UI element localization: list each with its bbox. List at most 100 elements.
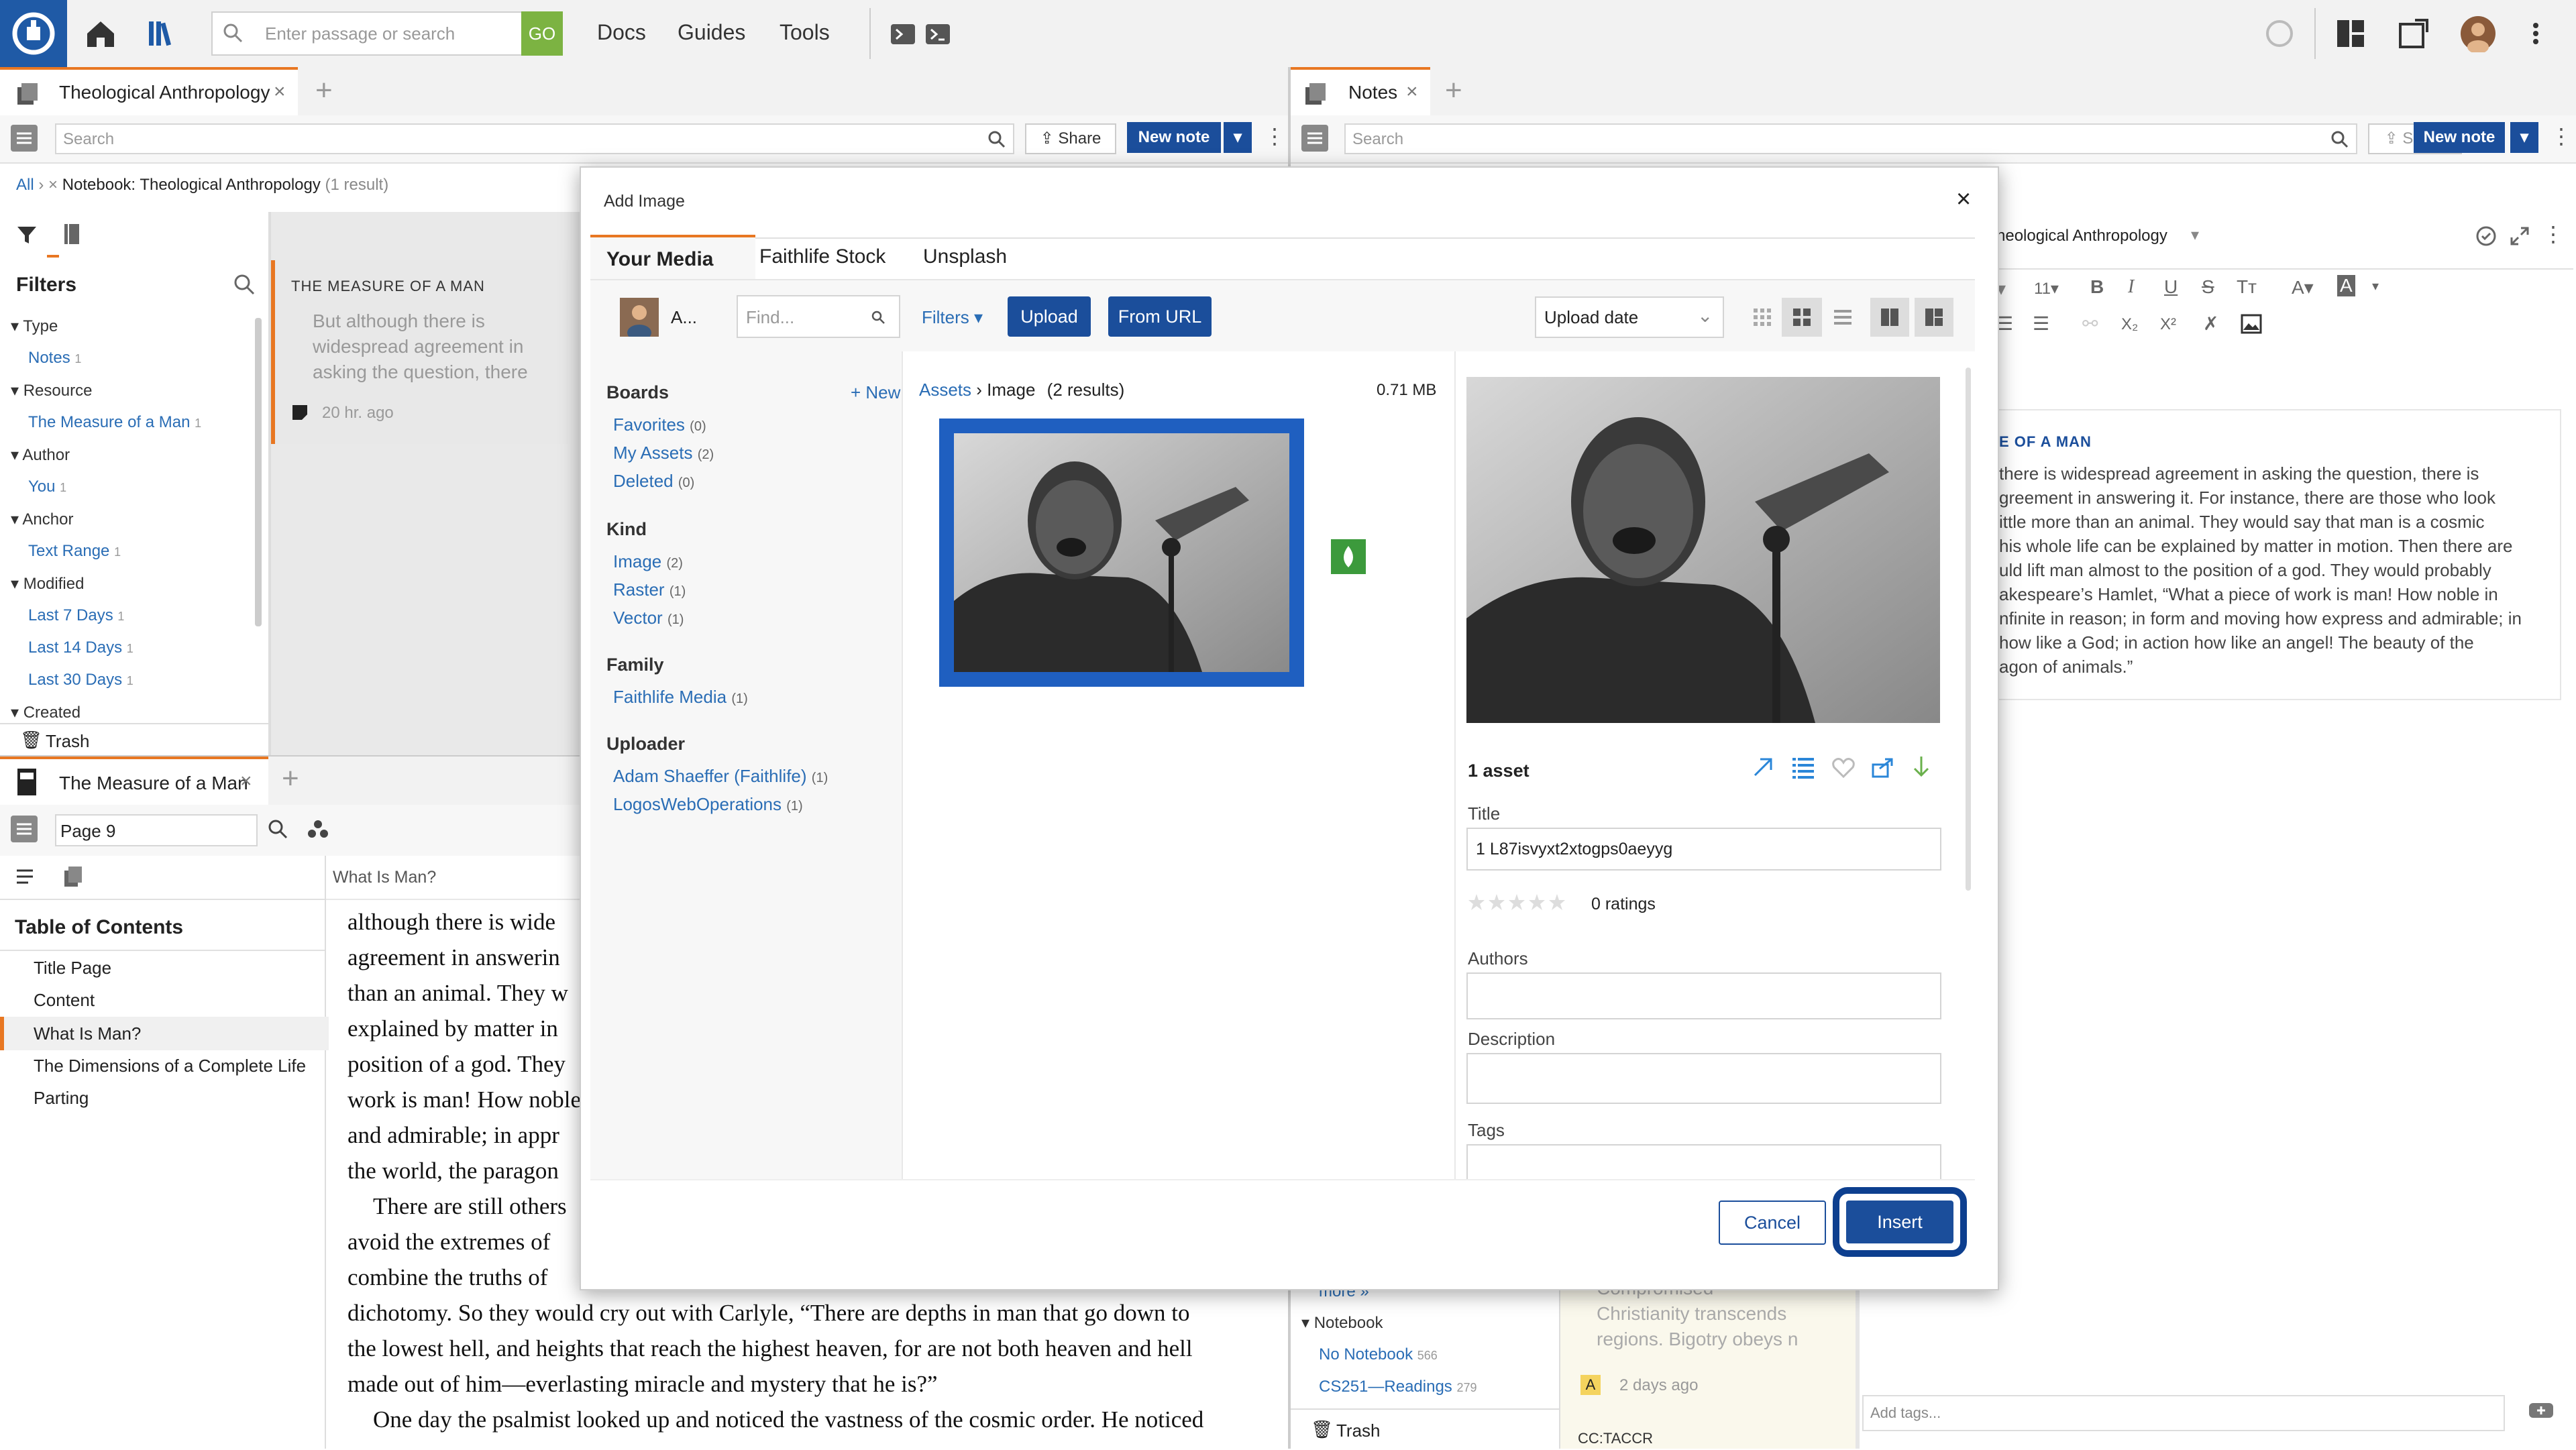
kind-image[interactable]: Image (2): [613, 551, 683, 572]
toc-icon[interactable]: [15, 867, 35, 887]
filter-item-measure-of-a-man[interactable]: The Measure of a Man 1: [28, 413, 201, 432]
board-favorites[interactable]: Favorites (0): [613, 414, 706, 435]
toc-item-dimensions[interactable]: The Dimensions of a Complete Life: [34, 1056, 306, 1076]
uploader-adam-shaeffer[interactable]: Adam Shaeffer (Faithlife) (1): [613, 766, 828, 787]
filter-item-text-range[interactable]: Text Range 1: [28, 542, 121, 561]
details-list-icon[interactable]: [1791, 755, 1815, 779]
list-view-icon[interactable]: [1833, 307, 1853, 327]
filter-heading-created[interactable]: ▾ Created: [11, 703, 80, 722]
upload-button[interactable]: Upload: [1008, 296, 1091, 337]
note-content[interactable]: E OF A MAN there is widespread agreement…: [1996, 409, 2561, 700]
filter-item-last-30-days[interactable]: Last 30 Days 1: [28, 671, 133, 689]
new-note-button[interactable]: New note: [1127, 122, 1221, 153]
board-my-assets[interactable]: My Assets (2): [613, 443, 714, 463]
layout-icon[interactable]: [2332, 15, 2369, 52]
filters-dropdown[interactable]: Filters ▾: [922, 307, 983, 328]
nav-guides[interactable]: Guides: [678, 20, 745, 45]
filter-heading-resource[interactable]: ▾ Resource: [11, 381, 92, 400]
command-icon[interactable]: [924, 15, 962, 52]
chevron-down-icon[interactable]: ▾: [2372, 278, 2379, 294]
asset-thumbnail-selected[interactable]: [939, 419, 1304, 687]
filter-item-no-notebook[interactable]: No Notebook 566: [1319, 1345, 1438, 1364]
breadcrumb-notebook[interactable]: Notebook: Theological Anthropology: [62, 176, 321, 194]
close-icon[interactable]: ×: [1956, 185, 1971, 214]
close-tab-icon[interactable]: ×: [274, 80, 286, 103]
authors-input[interactable]: [1466, 972, 1941, 1019]
panel-menu-icon[interactable]: [2395, 15, 2432, 52]
passage-search-input[interactable]: Enter passage or search: [211, 11, 523, 56]
book-search-icon[interactable]: [267, 818, 288, 840]
filters-scrollbar[interactable]: [255, 318, 262, 626]
notebooks-icon[interactable]: [62, 223, 83, 247]
avatar[interactable]: [2459, 15, 2497, 54]
highlight-icon[interactable]: A: [2337, 275, 2355, 296]
panel-menu-icon[interactable]: [11, 125, 38, 152]
outdent-icon[interactable]: ☰: [2033, 313, 2049, 335]
notebook-dropdown[interactable]: heological Anthropology ▾: [1996, 215, 2199, 258]
cancel-button[interactable]: Cancel: [1719, 1201, 1826, 1245]
home-icon[interactable]: [82, 15, 119, 52]
vector-asset-icon[interactable]: [1331, 539, 1366, 574]
detail-scrollbar[interactable]: [1966, 368, 1971, 891]
more-options-icon[interactable]: ⋮: [2542, 221, 2564, 247]
logos-logo-icon[interactable]: [0, 0, 67, 67]
favorite-heart-icon[interactable]: [1831, 755, 1856, 779]
strikethrough-icon[interactable]: S: [2202, 276, 2214, 298]
crumb-assets[interactable]: Assets: [919, 380, 971, 400]
link-icon[interactable]: ⚯: [2082, 313, 2098, 335]
tab-theological-anthropology[interactable]: Theological Anthropology ×: [0, 67, 298, 115]
add-tab-icon[interactable]: +: [282, 762, 299, 795]
trash-item[interactable]: 🗑 Trash: [1291, 1408, 1559, 1450]
filter-heading-anchor[interactable]: ▾ Anchor: [11, 510, 73, 529]
filter-search-icon[interactable]: [232, 272, 256, 296]
filter-item-last-14-days[interactable]: Last 14 Days 1: [28, 638, 133, 657]
clear-format-icon[interactable]: ✗: [2203, 313, 2218, 335]
share-icon[interactable]: [1870, 755, 1894, 779]
tags-input[interactable]: [1466, 1144, 1941, 1180]
breadcrumb-all[interactable]: All: [16, 176, 34, 194]
comment-add-icon[interactable]: [2528, 1402, 2555, 1422]
notes-search-input[interactable]: Search: [55, 123, 1014, 154]
book-info-icon[interactable]: [62, 865, 85, 888]
underline-icon[interactable]: U: [2164, 276, 2178, 298]
filter-item-notes[interactable]: Notes 1: [28, 349, 81, 368]
medium-grid-icon[interactable]: [1782, 298, 1822, 337]
close-tab-icon[interactable]: ×: [240, 770, 252, 793]
toc-item-title-page[interactable]: Title Page: [34, 958, 111, 979]
board-deleted[interactable]: Deleted (0): [613, 471, 694, 492]
bold-icon[interactable]: B: [2090, 276, 2104, 298]
add-tab-icon[interactable]: +: [1445, 74, 1462, 107]
toc-item-what-is-man[interactable]: What Is Man?: [0, 1017, 329, 1050]
user-label[interactable]: A...: [671, 307, 697, 328]
nav-docs[interactable]: Docs: [597, 20, 646, 45]
title-input[interactable]: 1 L87isvyxt2xtogps0aeyyg: [1466, 828, 1941, 871]
download-icon[interactable]: [1909, 755, 1933, 779]
toc-item-content[interactable]: Content: [34, 990, 95, 1011]
note-card[interactable]: THE MEASURE OF A MAN But although there …: [271, 260, 570, 444]
new-note-dropdown-icon[interactable]: ▾: [2510, 122, 2538, 153]
filter-heading-modified[interactable]: ▾ Modified: [11, 574, 84, 594]
find-input[interactable]: Find...: [737, 295, 900, 338]
filter-heading-author[interactable]: ▾ Author: [11, 445, 70, 465]
uploader-logos-web-operations[interactable]: LogosWebOperations (1): [613, 794, 803, 815]
expand-icon[interactable]: [2509, 225, 2530, 247]
visual-filter-icon[interactable]: [306, 818, 330, 840]
description-input[interactable]: [1466, 1053, 1941, 1104]
text-style-icon[interactable]: Tт: [2237, 276, 2257, 298]
user-avatar[interactable]: [620, 298, 659, 337]
check-circle-icon[interactable]: [2475, 225, 2497, 247]
share-button[interactable]: ⇪ Share: [1025, 123, 1116, 154]
split-pane-icon[interactable]: [1915, 298, 1953, 337]
more-options-icon[interactable]: ⋮: [2551, 123, 2572, 149]
close-tab-icon[interactable]: ×: [1406, 80, 1418, 103]
terminal-icon[interactable]: [890, 15, 927, 52]
tab-notes[interactable]: Notes ×: [1291, 67, 1430, 115]
from-url-button[interactable]: From URL: [1108, 296, 1212, 337]
filter-item-you[interactable]: You 1: [28, 478, 66, 496]
tab-unsplash[interactable]: Unsplash: [923, 245, 1007, 268]
nav-tools[interactable]: Tools: [780, 20, 830, 45]
add-tab-icon[interactable]: +: [315, 74, 333, 107]
open-external-icon[interactable]: [1751, 755, 1775, 779]
kind-vector[interactable]: Vector (1): [613, 608, 684, 628]
tab-measure-of-a-man[interactable]: The Measure of a Man ×: [0, 757, 268, 805]
